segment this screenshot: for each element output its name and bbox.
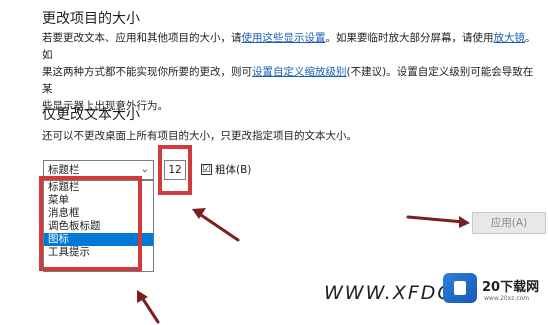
arrow-to-dropdown — [137, 290, 160, 324]
arrow-to-font-size — [192, 208, 240, 242]
watermark-text: WWW.XFDC — [324, 282, 453, 304]
arrow-to-apply — [406, 215, 470, 228]
site-logo-url: www.20xz.com — [484, 295, 530, 302]
site-logo-text: 20下载网 — [482, 280, 540, 295]
site-logo-icon — [443, 273, 477, 303]
